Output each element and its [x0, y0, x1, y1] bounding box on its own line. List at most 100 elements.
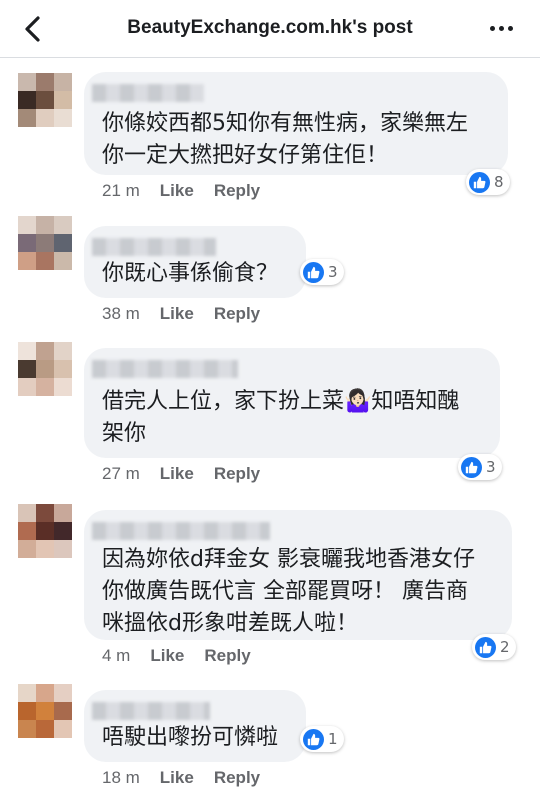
more-options-icon[interactable]: [490, 26, 518, 34]
avatar-tile: [36, 378, 54, 396]
avatar-tile: [36, 252, 54, 270]
avatar-tile: [18, 73, 36, 91]
comment-meta: 21 m Like Reply: [102, 181, 280, 201]
like-button[interactable]: Like: [150, 646, 184, 666]
avatar-tile: [54, 504, 72, 522]
reaction-badge[interactable]: 3: [300, 259, 344, 285]
like-button[interactable]: Like: [160, 768, 194, 788]
comment-bubble[interactable]: 唔駛出嚟扮可憐啦: [84, 690, 306, 762]
comment-bubble[interactable]: 你既心事係偷食？: [84, 226, 306, 298]
like-button[interactable]: Like: [160, 181, 194, 201]
avatar-tile: [18, 702, 36, 720]
comment-bubble[interactable]: 借完人上位，家下扮上菜🤷🏻‍♀️知唔知醜 架你: [84, 348, 500, 458]
reaction-badge[interactable]: 3: [458, 454, 502, 480]
timestamp: 18 m: [102, 768, 140, 787]
avatar-tile: [54, 342, 72, 360]
avatar-tile: [36, 234, 54, 252]
avatar-tile: [18, 684, 36, 702]
avatar-tile: [18, 109, 36, 127]
blurred-author-name: [92, 360, 238, 378]
avatar-tile: [54, 216, 72, 234]
blurred-author-name: [92, 84, 204, 102]
avatar-tile: [54, 684, 72, 702]
avatar-tile: [36, 109, 54, 127]
reaction-count: 1: [328, 730, 338, 748]
top-bar: BeautyExchange.com.hk's post: [0, 0, 540, 58]
avatar-tile: [54, 360, 72, 378]
avatar-tile: [36, 702, 54, 720]
thumbs-up-icon: [475, 636, 496, 658]
reaction-badge[interactable]: 1: [300, 726, 344, 752]
avatar-tile: [18, 216, 36, 234]
avatar[interactable]: [18, 684, 72, 738]
avatar-tile: [36, 216, 54, 234]
comment-bubble[interactable]: 你條姣西都5知你有無性病，家樂無左 你一定大撚把好女仔第住佢！: [84, 72, 508, 175]
avatar-tile: [36, 522, 54, 540]
thumbs-up-icon: [303, 261, 324, 283]
avatar-tile: [54, 702, 72, 720]
avatar-tile: [18, 342, 36, 360]
comment-text: 唔駛出嚟扮可憐啦: [102, 725, 279, 750]
like-button[interactable]: Like: [160, 304, 194, 324]
avatar-tile: [18, 720, 36, 738]
comment-meta: 18 m Like Reply: [102, 768, 280, 788]
avatar[interactable]: [18, 73, 72, 127]
avatar-tile: [36, 73, 54, 91]
avatar-tile: [36, 91, 54, 109]
reply-button[interactable]: Reply: [214, 768, 260, 788]
avatar-tile: [54, 540, 72, 558]
avatar-tile: [18, 504, 36, 522]
avatar[interactable]: [18, 504, 72, 558]
reply-button[interactable]: Reply: [214, 464, 260, 484]
page-title: BeautyExchange.com.hk's post: [127, 17, 413, 38]
avatar-tile: [54, 109, 72, 127]
avatar-tile: [18, 234, 36, 252]
comment-text: 借完人上位，家下扮上菜🤷🏻‍♀️知唔知醜 架你: [102, 389, 460, 446]
avatar-tile: [18, 522, 36, 540]
reply-button[interactable]: Reply: [214, 304, 260, 324]
avatar-tile: [54, 522, 72, 540]
comment-text: 你既心事係偷食？: [102, 261, 279, 286]
reaction-badge[interactable]: 2: [472, 634, 516, 660]
reaction-count: 3: [328, 263, 338, 281]
comment-meta: 38 m Like Reply: [102, 304, 280, 324]
avatar-tile: [54, 378, 72, 396]
avatar-tile: [18, 378, 36, 396]
thumbs-up-icon: [303, 728, 324, 750]
avatar-tile: [36, 684, 54, 702]
reply-button[interactable]: Reply: [214, 181, 260, 201]
avatar-tile: [54, 234, 72, 252]
avatar-tile: [18, 540, 36, 558]
timestamp: 38 m: [102, 304, 140, 323]
reply-button[interactable]: Reply: [204, 646, 250, 666]
comment-meta: 4 m Like Reply: [102, 646, 271, 666]
comment-bubble[interactable]: 因為妳依d拜金女 影衰曬我地香港女仔 你做廣告既代言 全部罷買呀！ 廣告商 咪搵…: [84, 510, 512, 640]
avatar[interactable]: [18, 216, 72, 270]
timestamp: 21 m: [102, 181, 140, 200]
avatar-tile: [36, 540, 54, 558]
reaction-count: 3: [486, 458, 496, 476]
comment-text: 你條姣西都5知你有無性病，家樂無左 你一定大撚把好女仔第住佢！: [102, 111, 468, 168]
timestamp: 4 m: [102, 646, 131, 665]
avatar-tile: [54, 91, 72, 109]
avatar-tile: [36, 360, 54, 378]
blurred-author-name: [92, 238, 216, 256]
blurred-author-name: [92, 522, 270, 540]
avatar-tile: [18, 252, 36, 270]
blurred-author-name: [92, 702, 210, 720]
like-button[interactable]: Like: [160, 464, 194, 484]
comment-text: 因為妳依d拜金女 影衰曬我地香港女仔 你做廣告既代言 全部罷買呀！ 廣告商 咪搵…: [102, 547, 475, 636]
avatar-tile: [54, 73, 72, 91]
timestamp: 27 m: [102, 464, 140, 483]
avatar-tile: [18, 360, 36, 378]
reaction-count: 2: [500, 638, 510, 656]
avatar-tile: [54, 252, 72, 270]
avatar-tile: [36, 342, 54, 360]
avatar[interactable]: [18, 342, 72, 396]
avatar-tile: [36, 504, 54, 522]
avatar-tile: [54, 720, 72, 738]
comment-meta: 27 m Like Reply: [102, 464, 280, 484]
reaction-count: 8: [494, 173, 504, 191]
avatar-tile: [36, 720, 54, 738]
reaction-badge[interactable]: 8: [466, 169, 510, 195]
